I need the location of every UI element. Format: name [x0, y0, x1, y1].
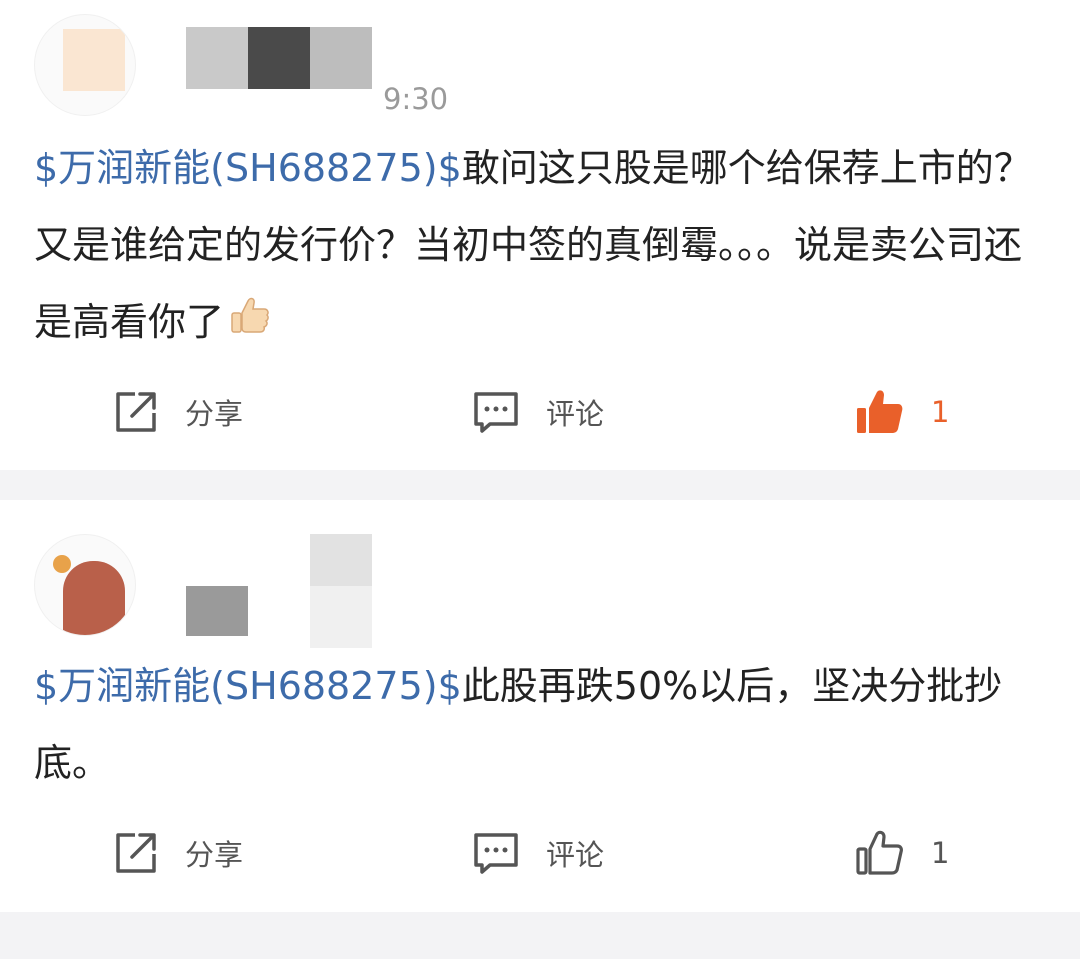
post-divider [0, 912, 1080, 959]
post-content: $万润新能(SH688275)$敢问这只股是哪个给保荐上市的？又是谁给定的发行价… [34, 130, 1044, 363]
comment-button[interactable]: 评论 [472, 387, 604, 437]
thumbs-up-emoji [228, 286, 272, 363]
post-card: 9:30 $万润新能(SH688275)$敢问这只股是哪个给保荐上市的？又是谁给… [0, 0, 1080, 470]
post-timestamp: 9:30 [383, 82, 449, 116]
like-button[interactable]: 1 [855, 387, 949, 437]
thumbs-up-icon [857, 390, 903, 433]
share-label: 分享 [185, 838, 244, 872]
like-button[interactable]: 1 [855, 828, 949, 878]
comment-button[interactable]: 评论 [472, 828, 604, 878]
thumbs-up-icon [856, 830, 903, 875]
stock-tag-link[interactable]: $万润新能(SH688275)$ [34, 664, 462, 708]
avatar[interactable] [34, 14, 136, 116]
stock-tag-link[interactable]: $万润新能(SH688275)$ [34, 146, 462, 190]
comment-icon [474, 392, 518, 433]
share-button[interactable]: 分享 [113, 828, 243, 878]
share-icon [116, 833, 156, 873]
comment-label: 评论 [546, 838, 605, 872]
share-button[interactable]: 分享 [113, 387, 243, 437]
share-label: 分享 [185, 397, 244, 431]
comment-label: 评论 [546, 397, 605, 431]
post-divider [0, 470, 1080, 500]
comment-icon [474, 833, 518, 874]
share-icon [116, 392, 156, 432]
post-content: $万润新能(SH688275)$此股再跌50%以后，坚决分批抄底。 [34, 648, 1044, 802]
like-count: 1 [931, 395, 950, 429]
like-count: 1 [931, 836, 950, 870]
post-card: $万润新能(SH688275)$此股再跌50%以后，坚决分批抄底。 分享 评论 … [0, 500, 1080, 912]
avatar[interactable] [34, 534, 136, 636]
